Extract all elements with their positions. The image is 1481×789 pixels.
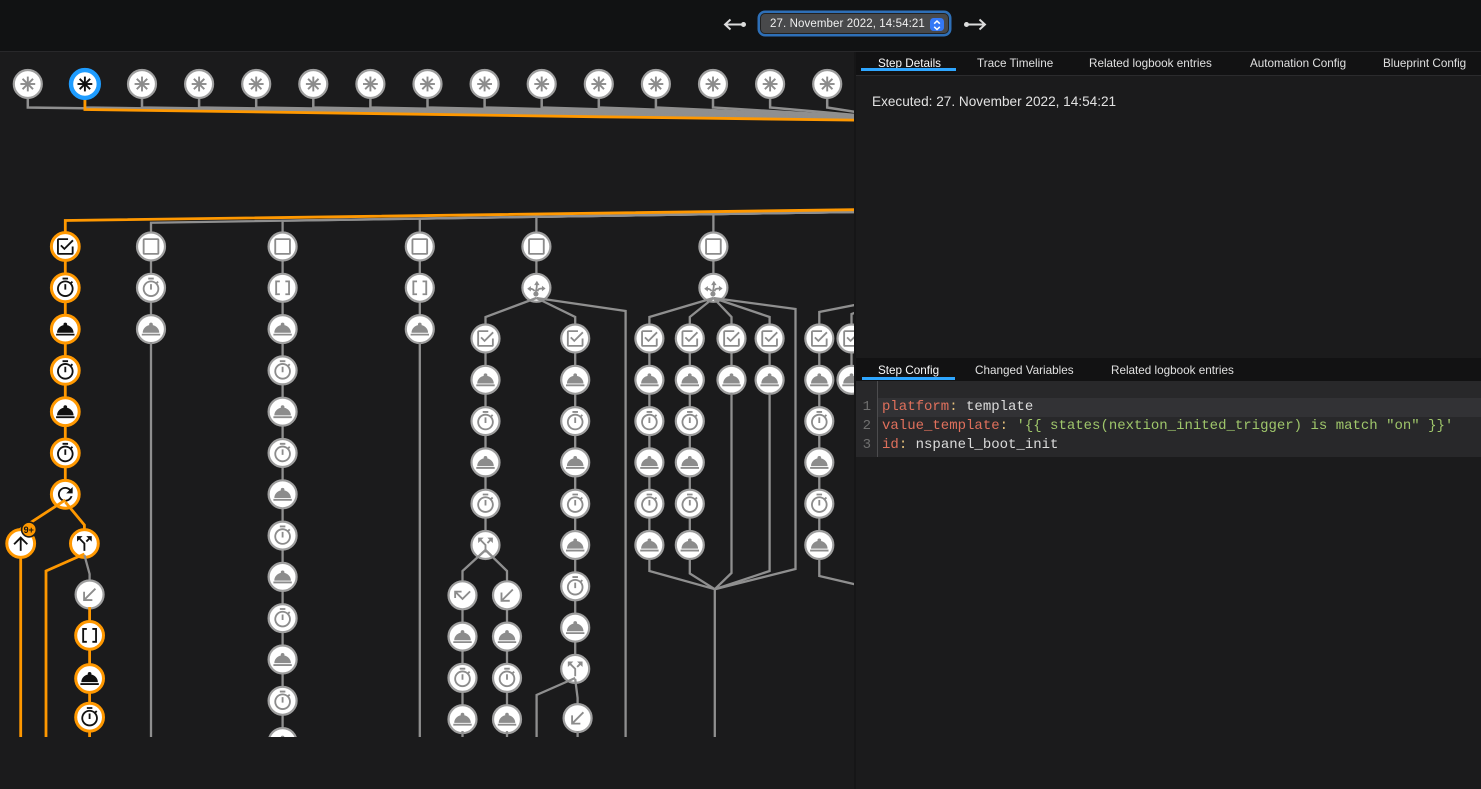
svg-text:9+: 9+ [24,525,34,535]
